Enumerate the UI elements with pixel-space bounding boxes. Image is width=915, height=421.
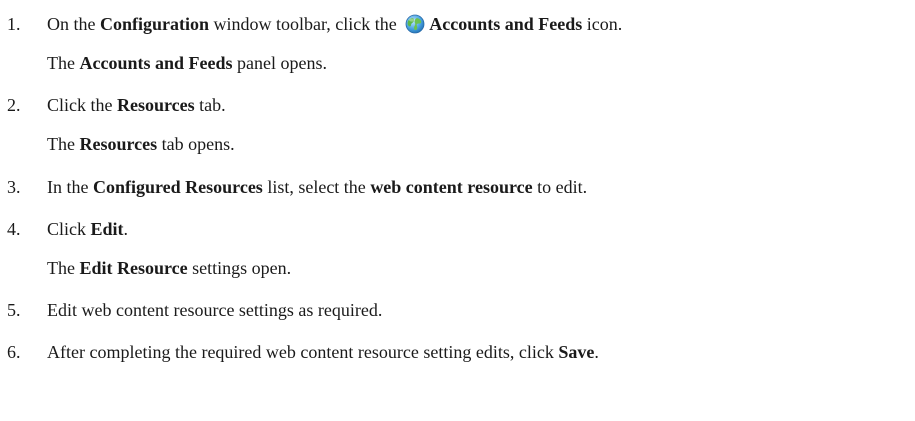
step-text: Click the Resources tab. — [47, 95, 226, 115]
ui-term: Accounts and Feeds — [79, 53, 233, 73]
step-text: In the Configured Resources list, select… — [47, 177, 588, 197]
step-number: 3. — [7, 177, 21, 197]
step-number: 6. — [7, 342, 21, 362]
step-number: 1. — [7, 14, 21, 34]
ui-term: Edit — [90, 219, 124, 239]
step-number: 2. — [7, 95, 21, 115]
procedure-document: 1. On the Configuration window toolbar, … — [0, 0, 915, 421]
step-text: Edit web content resource settings as re… — [47, 300, 383, 320]
ui-term: web content resource — [370, 177, 533, 197]
step-result-text: The Resources tab opens. — [47, 134, 235, 154]
ui-term: Configuration — [100, 14, 210, 34]
step-text: Click Edit. — [47, 219, 129, 239]
ui-term: Accounts and Feeds — [429, 14, 583, 34]
ui-term: Configured Resources — [92, 177, 263, 197]
ui-term: Save — [558, 342, 595, 362]
globe-icon — [405, 14, 425, 34]
step-result-text: The Accounts and Feeds panel opens. — [47, 53, 327, 73]
step-text: After completing the required web conten… — [47, 342, 599, 362]
step-number: 5. — [7, 300, 21, 320]
step-text: On the Configuration window toolbar, cli… — [47, 14, 623, 34]
step-number: 4. — [7, 219, 21, 239]
ui-term: Resources — [117, 95, 195, 115]
ui-term: Resources — [79, 134, 158, 154]
ui-term: Edit Resource — [79, 258, 188, 278]
step-result-text: The Edit Resource settings open. — [47, 258, 292, 278]
